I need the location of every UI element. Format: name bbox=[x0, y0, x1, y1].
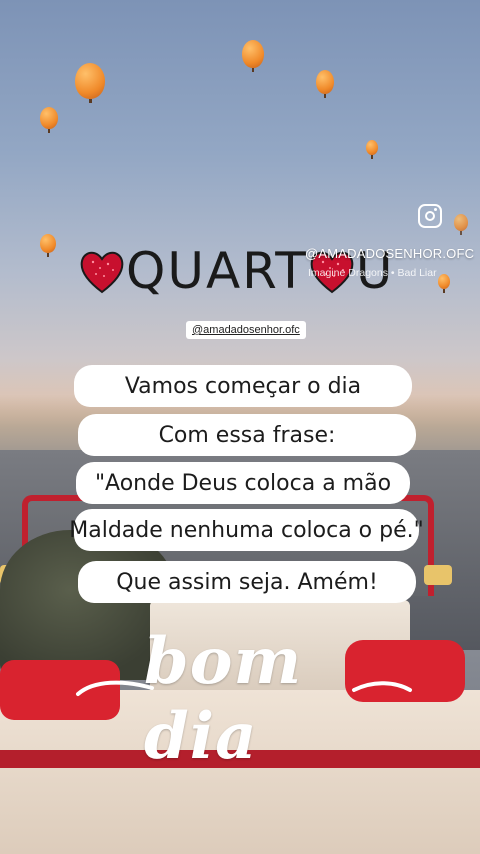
instagram-icon[interactable] bbox=[418, 204, 442, 228]
mention-tag[interactable]: @amadadosenhor.ofc bbox=[186, 321, 306, 339]
message-line: Maldade nenhuma coloca o pé." bbox=[69, 509, 424, 551]
music-sticker[interactable]: Imagine Dragons • Bad Liar bbox=[308, 267, 437, 279]
balloon bbox=[366, 140, 378, 159]
message-line: Que assim seja. Amém! bbox=[78, 561, 416, 603]
balloon bbox=[242, 40, 264, 72]
message-line: Com essa frase: bbox=[78, 414, 416, 456]
heart-icon bbox=[78, 248, 126, 294]
balloon bbox=[438, 274, 450, 293]
balloon bbox=[40, 234, 56, 257]
balloon bbox=[40, 107, 58, 133]
balloon bbox=[454, 214, 468, 235]
instagram-handle[interactable]: @AMADADOSENHOR.OFC bbox=[305, 246, 474, 261]
balloon bbox=[75, 63, 105, 103]
greeting: bom dia bbox=[74, 624, 414, 774]
title-text-start: QUART bbox=[126, 242, 308, 300]
balloon bbox=[316, 70, 334, 98]
message-line: "Aonde Deus coloca a mão bbox=[76, 462, 410, 504]
mirror-right bbox=[424, 565, 452, 585]
greeting-text: bom dia bbox=[144, 624, 303, 774]
message-line: Vamos começar o dia bbox=[74, 365, 412, 407]
